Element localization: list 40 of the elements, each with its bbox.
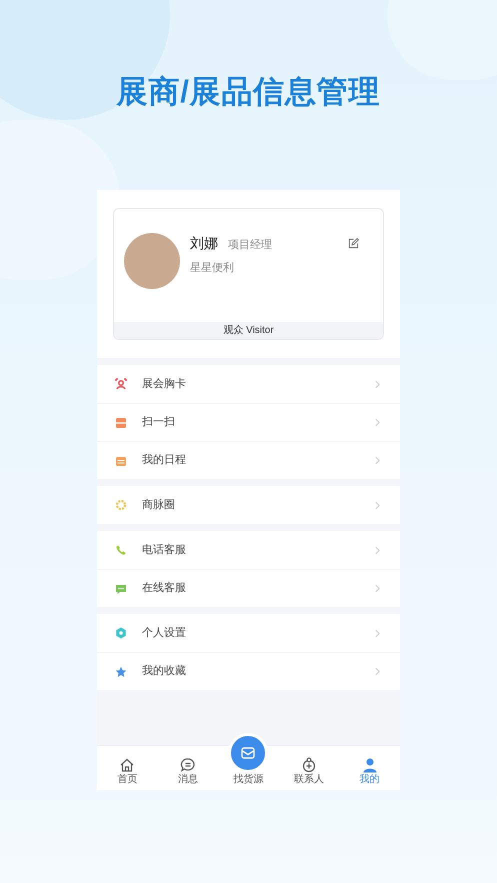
menu-label: 展会胸卡 <box>142 376 186 392</box>
edit-icon[interactable] <box>348 238 359 249</box>
chevron-right-icon <box>375 628 380 638</box>
menu-item[interactable]: 展会胸卡 <box>97 365 400 403</box>
menu-item[interactable]: 我的收藏 <box>97 652 400 690</box>
contacts-icon <box>301 757 318 773</box>
tab-bar-item[interactable]: 消息 <box>158 757 218 786</box>
menu-label: 扫一扫 <box>142 415 175 430</box>
menu-label: 在线客服 <box>142 580 186 596</box>
menu-label: 个人设置 <box>142 626 186 641</box>
home-icon <box>119 757 136 773</box>
menu-label: 商脉圈 <box>142 498 175 513</box>
menu-item[interactable]: 我的日程 <box>97 441 400 479</box>
headline: 展商/展品信息管理 <box>116 73 380 111</box>
menu-item[interactable]: 扫一扫 <box>97 403 400 441</box>
user-icon <box>362 757 378 773</box>
menu-item[interactable]: 电话客服 <box>97 531 400 569</box>
chevron-right-icon <box>375 418 380 427</box>
tab-bar-item[interactable]: 联系人 <box>278 757 340 786</box>
chevron-right-icon <box>375 456 380 465</box>
job-title: 项目经理 <box>228 238 272 253</box>
chevron-right-icon <box>375 546 380 554</box>
tab-bar-item[interactable]: 找货源 <box>218 733 279 786</box>
menu-label: 我的日程 <box>142 453 186 468</box>
message-icon <box>180 757 196 773</box>
menu-label: 我的收藏 <box>142 664 186 680</box>
chevron-right-icon <box>375 584 380 593</box>
menu-item[interactable]: 商脉圈 <box>97 486 400 524</box>
mail-icon <box>240 745 256 761</box>
tab-bar-item[interactable]: 首页 <box>97 757 158 786</box>
tab-bar-item[interactable]: 我的 <box>339 757 400 786</box>
menu-item[interactable]: 在线客服 <box>97 569 400 607</box>
menu-item[interactable]: 个人设置 <box>97 614 400 652</box>
menu-label: 电话客服 <box>142 542 186 558</box>
user-name: 刘娜 <box>190 234 218 253</box>
company-name: 星星便利 <box>190 261 235 276</box>
chevron-right-icon <box>375 500 380 510</box>
chevron-right-icon <box>375 380 380 388</box>
chevron-right-icon <box>375 667 380 676</box>
role-label: 观众 Visitor <box>114 322 383 339</box>
